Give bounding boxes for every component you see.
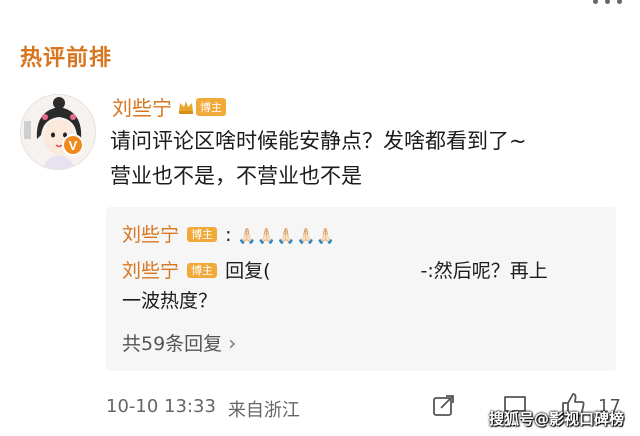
redacted-username — [271, 263, 421, 281]
crown-icon — [179, 100, 193, 114]
view-all-replies-link[interactable]: 共59条回复 › — [122, 329, 236, 356]
reply-box: 刘些宁 博主 : 🙏🏻🙏🏻🙏🏻🙏🏻🙏🏻 刘些宁 博主 回复( -:然后呢？再上 一… — [106, 207, 616, 371]
more-icon[interactable] — [593, 0, 622, 10]
reply-prefix: 回复( — [225, 260, 271, 282]
comment-meta: 10-10 13:33 来自浙江 — [106, 396, 300, 422]
avatar[interactable] — [20, 94, 96, 170]
reply-continuation: 一波热度？ — [122, 290, 218, 312]
reply-separator: : — [225, 224, 232, 246]
blogger-badge: 博主 — [178, 97, 226, 116]
comment-author-row: 刘些宁 博主 — [112, 92, 226, 121]
reply-author[interactable]: 刘些宁 — [122, 260, 179, 282]
comment-author-name[interactable]: 刘些宁 — [112, 92, 172, 121]
blogger-tag: 博主 — [187, 227, 218, 242]
watermark: 搜狐号@影视口碑榜 — [488, 410, 624, 428]
comment-location: 来自浙江 — [227, 400, 300, 421]
comment-date: 10-10 13:33 — [106, 396, 216, 417]
reply-count-label: 共59条回复 — [122, 333, 223, 355]
reply-item[interactable]: 刘些宁 博主 : 🙏🏻🙏🏻🙏🏻🙏🏻🙏🏻 — [122, 219, 336, 254]
verified-icon: V — [62, 134, 84, 156]
avatar-illustration — [21, 95, 95, 169]
comment-text-line1: 请问评论区啥时候能安静点？发啥都看到了~ — [110, 129, 527, 153]
share-icon[interactable] — [432, 394, 456, 418]
chevron-right-icon: › — [228, 330, 237, 355]
comment-text-line2: 营业也不是，不营业也不是 — [110, 164, 362, 188]
comment-text: 请问评论区啥时候能安静点？发啥都看到了~ 营业也不是，不营业也不是 — [110, 124, 625, 194]
blogger-tag: 博主 — [187, 263, 218, 278]
reply-suffix: -:然后呢？再上 — [420, 260, 548, 282]
reply-content: 🙏🏻🙏🏻🙏🏻🙏🏻🙏🏻 — [237, 227, 336, 245]
section-title: 热评前排 — [20, 46, 113, 71]
reply-author[interactable]: 刘些宁 — [122, 224, 179, 246]
blogger-tag: 博主 — [196, 97, 226, 116]
